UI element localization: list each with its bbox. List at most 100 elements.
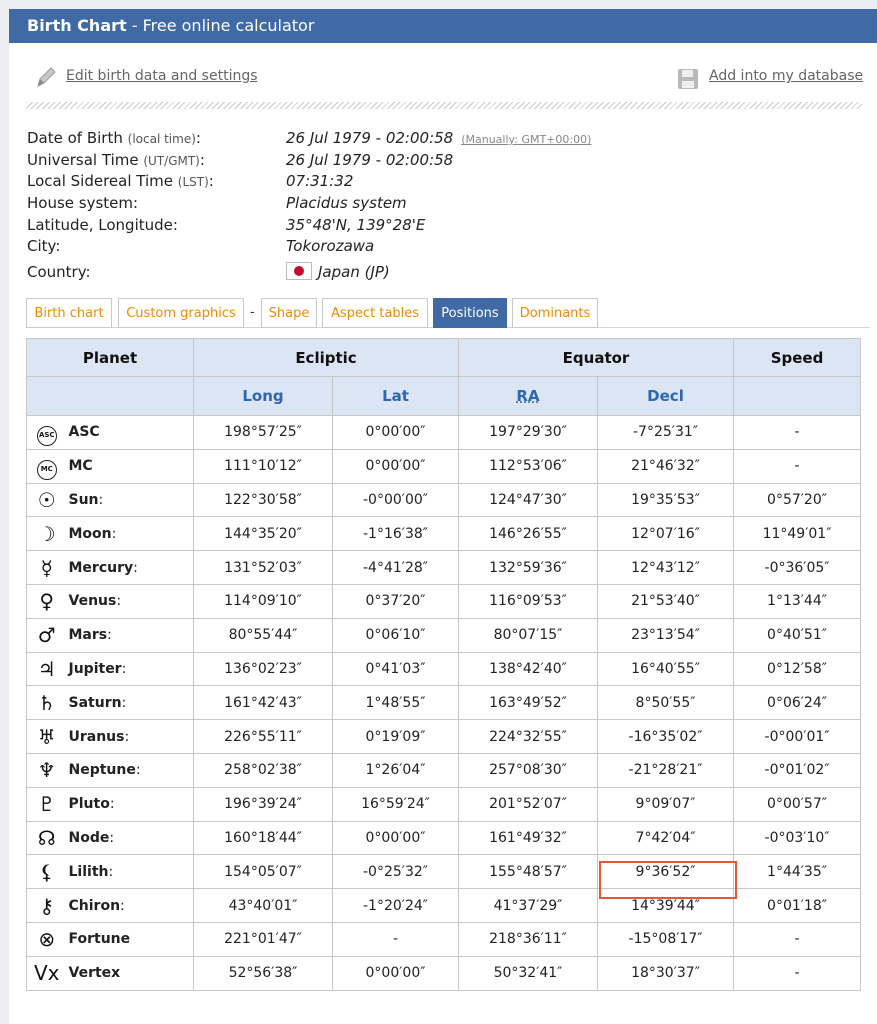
cell-ra: 163°49′52″	[458, 685, 598, 721]
cell-long: 258°02′38″	[193, 752, 333, 788]
cell-ra: 155°48′57″	[458, 854, 598, 890]
header-speed: Speed	[733, 338, 862, 377]
table-row: Vx Vertex 52°56′38″ 0°00′00″ 50°32′41″ 18°30′…	[26, 955, 862, 991]
tab-birth-chart[interactable]: Birth chart	[26, 298, 112, 328]
cell-long: 111°10′12″	[193, 448, 333, 484]
table-row: ♆ Neptune: 258°02′38″ 1°26′04″ 257°08′30″ -21…	[26, 752, 862, 788]
planet-name: Chiron:	[66, 888, 194, 923]
planet-colon: :	[109, 829, 115, 846]
cell-ra: 41°37′29″	[458, 888, 598, 923]
symbol-glyph: ☽	[37, 521, 56, 546]
planet-name: Fortune	[66, 921, 194, 957]
japan-flag-icon	[286, 262, 312, 281]
header-equator: Equator	[457, 338, 735, 377]
cell-lat: -0°25′32″	[332, 854, 459, 890]
header-ecliptic: Ecliptic	[193, 338, 459, 377]
planet-label: Lilith	[68, 863, 109, 880]
info-note: (UT/GMT)	[143, 153, 200, 168]
planet-name: ASC	[66, 415, 194, 450]
cell-decl: -7°25′31″	[596, 415, 735, 450]
cell-lat: 1°26′04″	[332, 752, 459, 788]
symbol-glyph: ☿	[40, 555, 53, 580]
cell-decl: -16°35′02″	[596, 719, 735, 754]
cell-decl: 18°30′37″	[596, 955, 735, 991]
planet-colon: :	[135, 762, 141, 779]
planet-colon: :	[120, 897, 125, 914]
info-label: Country	[27, 263, 86, 282]
manual-timezone-link[interactable]: (Manually: GMT+00:00)	[461, 133, 591, 146]
info-row-date-of-birth: Date of Birth (local time): 26 Jul 1979 …	[27, 129, 592, 147]
fortune-icon: ⊗	[26, 921, 67, 957]
add-into-database-link[interactable]: Add into my database	[709, 68, 863, 84]
header-blank	[733, 376, 862, 416]
cell-long: 196°39′24″	[193, 786, 333, 822]
cell-lat: 1°48′55″	[332, 685, 459, 721]
cell-ra: 146°26′55″	[458, 516, 598, 552]
symbol-glyph: ♇	[37, 792, 56, 817]
page-title: Birth Chart	[27, 16, 127, 35]
cell-speed: -	[733, 415, 862, 450]
symbol-glyph: ♆	[37, 758, 56, 783]
planet-label: Jupiter	[68, 660, 122, 677]
cell-long: 154°05′07″	[193, 854, 333, 890]
symbol-glyph: ♃	[37, 656, 56, 681]
planet-label: MC	[68, 458, 93, 475]
edit-birth-data-link[interactable]: Edit birth data and settings	[66, 68, 258, 84]
cell-ra: 257°08′30″	[458, 752, 598, 788]
cell-ra: 112°53′06″	[458, 448, 598, 484]
cell-speed: -	[733, 448, 862, 484]
planet-label: Pluto	[68, 796, 110, 813]
cell-decl: 16°40′55″	[596, 651, 735, 687]
planet-label: Moon	[68, 525, 112, 542]
info-label: Local Sidereal Time	[27, 172, 173, 191]
tab-aspect-tables[interactable]: Aspect tables	[322, 298, 428, 328]
cell-long: 122°30′58″	[193, 482, 333, 518]
symbol-glyph: ⊗	[38, 927, 56, 952]
tab-positions[interactable]: Positions	[433, 298, 507, 328]
header-lat: Lat	[332, 376, 459, 416]
symbol-glyph: ☊	[37, 825, 56, 850]
cell-speed: 0°57′20″	[733, 482, 862, 518]
jupiter-icon: ♃	[26, 651, 67, 687]
table-row: ☿ Mercury: 131°52′03″ -4°41′28″ 132°59′36″ 12…	[26, 550, 862, 585]
planet-label: ASC	[68, 424, 100, 441]
sun-icon: ☉	[26, 482, 67, 518]
highlight-box	[599, 861, 737, 899]
planet-label: Mars	[68, 627, 108, 644]
planet-colon: :	[107, 627, 112, 644]
cell-ra: 224°32′55″	[458, 719, 598, 754]
cell-speed: -0°00′01″	[733, 719, 862, 754]
tab-separator: -	[250, 305, 255, 320]
planet-colon: :	[98, 491, 104, 508]
table-row: ♀ Venus: 114°09′10″ 0°37′20″ 116°09′53″ 21°53…	[26, 583, 862, 619]
table-sub-header: Long Lat RA Decl	[26, 376, 862, 416]
cell-lat: 0°37′20″	[332, 583, 459, 619]
planet-colon: :	[121, 660, 127, 677]
symbol-glyph: ☉	[37, 487, 56, 512]
cell-lat: 0°41′03″	[332, 651, 459, 687]
planet-label: Saturn	[68, 694, 122, 711]
cell-speed: 0°40′51″	[733, 617, 862, 653]
info-value: Placidus system	[286, 194, 407, 213]
mc-icon: MC	[26, 448, 67, 484]
tab-shape[interactable]: Shape	[261, 298, 317, 328]
cell-decl: 8°50′55″	[596, 685, 735, 721]
tab-custom-graphics[interactable]: Custom graphics	[118, 298, 244, 328]
table-row: ♅ Uranus: 226°55′11″ 0°19′09″ 224°32′55″ -16°…	[26, 719, 862, 754]
tab-dominants[interactable]: Dominants	[512, 298, 598, 328]
info-row-country: Country: Japan (JP)	[27, 262, 390, 282]
tab-bar: Birth chart Custom graphics - Shape Aspe…	[26, 298, 870, 328]
cell-lat: -4°41′28″	[332, 550, 459, 585]
planet-colon: :	[124, 728, 130, 745]
planet-name: Uranus:	[66, 719, 194, 754]
info-row-city: City: Tokorozawa	[27, 237, 375, 256]
cell-speed: 0°12′58″	[733, 651, 862, 687]
info-note: (LST)	[177, 175, 209, 190]
table-row: ⊗ Fortune 221°01′47″ -218°36′11″ -15°08′17″ -	[26, 921, 862, 957]
table-row: ♂ Mars: 80°55′44″ 0°06′10″ 80°07′15″ 23°13′54…	[26, 617, 862, 653]
planet-colon: :	[108, 863, 114, 880]
header-ra[interactable]: RA	[458, 376, 598, 416]
cell-long: 52°56′38″	[193, 955, 333, 991]
mercury-icon: ☿	[26, 550, 67, 585]
cell-speed: -0°01′02″	[733, 752, 862, 788]
